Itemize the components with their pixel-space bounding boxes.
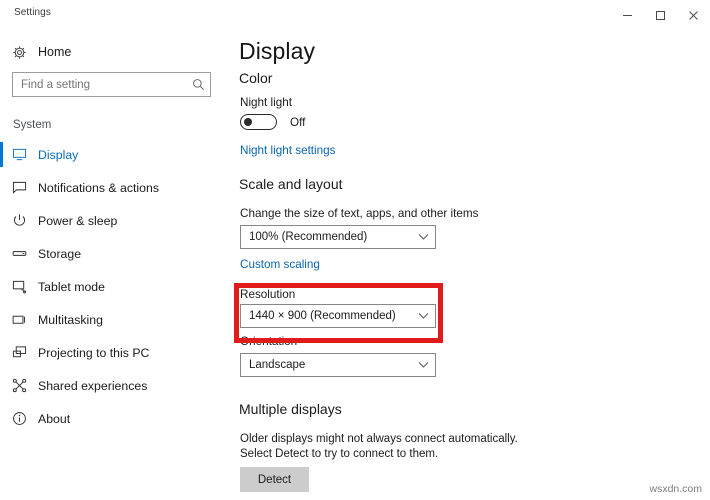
- title-bar: Settings: [0, 0, 710, 30]
- toggle-knob: [244, 118, 252, 126]
- sidebar: Home System Display: [0, 30, 232, 500]
- info-icon: [0, 411, 38, 426]
- multiple-displays-description: Older displays might not always connect …: [240, 433, 518, 460]
- tablet-icon: [0, 279, 38, 294]
- sidebar-item-label: Shared experiences: [38, 378, 148, 393]
- chevron-down-icon: [411, 361, 435, 369]
- sidebar-item-label: Multitasking: [38, 312, 103, 327]
- watermark: wsxdn.com: [649, 483, 702, 495]
- close-button[interactable]: [677, 0, 710, 30]
- sidebar-item-projecting-to-this-pc[interactable]: Projecting to this PC: [0, 336, 232, 369]
- power-icon: [0, 213, 38, 228]
- monitor-icon: [0, 147, 38, 162]
- night-light-label: Night light: [240, 96, 292, 109]
- share-icon: [0, 378, 38, 393]
- sidebar-item-label: Power & sleep: [38, 213, 118, 228]
- window-title: Settings: [14, 7, 51, 18]
- search-input[interactable]: [13, 73, 186, 96]
- search-icon: [186, 78, 210, 91]
- main-content: Display Color Night light Off Night ligh…: [232, 30, 710, 500]
- search-box[interactable]: [12, 72, 211, 97]
- sidebar-home-label: Home: [38, 45, 72, 59]
- sidebar-item-display[interactable]: Display: [0, 138, 232, 171]
- maximize-button[interactable]: [644, 0, 677, 30]
- orientation-label: Orientation: [240, 335, 298, 348]
- sidebar-item-notifications-actions[interactable]: Notifications & actions: [0, 171, 232, 204]
- scale-label: Change the size of text, apps, and other…: [240, 207, 479, 220]
- sidebar-item-multitasking[interactable]: Multitasking: [0, 303, 232, 336]
- orientation-dropdown-value: Landscape: [249, 359, 306, 371]
- chevron-down-icon: [411, 233, 435, 241]
- resolution-dropdown-value: 1440 × 900 (Recommended): [249, 310, 396, 322]
- selection-indicator: [0, 142, 3, 167]
- custom-scaling-link[interactable]: Custom scaling: [240, 258, 320, 271]
- maximize-icon: [656, 10, 665, 20]
- sidebar-nav-list: Display Notifications & actions Power & …: [0, 138, 232, 435]
- settings-window: Settings Home Find a setting System Disp…: [0, 0, 710, 500]
- scale-dropdown-value: 100% (Recommended): [249, 231, 368, 243]
- multitask-icon: [0, 312, 38, 327]
- resolution-label: Resolution: [240, 288, 296, 301]
- storage-icon: [0, 246, 38, 261]
- close-icon: [689, 10, 698, 20]
- gear-icon: [0, 45, 38, 60]
- sidebar-item-label: Tablet mode: [38, 279, 105, 294]
- scale-dropdown[interactable]: 100% (Recommended): [240, 225, 436, 249]
- window-controls: [611, 0, 710, 30]
- section-heading-multiple-displays: Multiple displays: [239, 401, 342, 417]
- sidebar-item-label: Projecting to this PC: [38, 345, 150, 360]
- sidebar-group-title: System: [13, 119, 52, 131]
- sidebar-item-about[interactable]: About: [0, 402, 232, 435]
- night-light-toggle[interactable]: [240, 114, 277, 130]
- sidebar-item-label: About: [38, 411, 71, 426]
- project-icon: [0, 345, 38, 360]
- sidebar-item-power-sleep[interactable]: Power & sleep: [0, 204, 232, 237]
- sidebar-item-shared-experiences[interactable]: Shared experiences: [0, 369, 232, 402]
- chevron-down-icon: [411, 312, 435, 320]
- minimize-button[interactable]: [611, 0, 644, 30]
- notification-icon: [0, 180, 38, 195]
- sidebar-item-label: Notifications & actions: [38, 180, 159, 195]
- night-light-settings-link[interactable]: Night light settings: [240, 144, 336, 157]
- detect-button[interactable]: Detect: [240, 467, 309, 492]
- night-light-toggle-row: Off: [240, 114, 305, 130]
- night-light-state: Off: [290, 115, 306, 129]
- resolution-dropdown[interactable]: 1440 × 900 (Recommended): [240, 304, 436, 328]
- sidebar-item-storage[interactable]: Storage: [0, 237, 232, 270]
- section-heading-scale-and-layout: Scale and layout: [239, 176, 343, 192]
- sidebar-item-label: Display: [38, 147, 79, 162]
- sidebar-item-tablet-mode[interactable]: Tablet mode: [0, 270, 232, 303]
- orientation-dropdown[interactable]: Landscape: [240, 353, 436, 377]
- page-title: Display: [239, 38, 316, 64]
- section-heading-color: Color: [239, 70, 273, 86]
- minimize-icon: [623, 14, 632, 16]
- sidebar-item-home[interactable]: Home: [0, 38, 232, 66]
- sidebar-item-label: Storage: [38, 246, 82, 261]
